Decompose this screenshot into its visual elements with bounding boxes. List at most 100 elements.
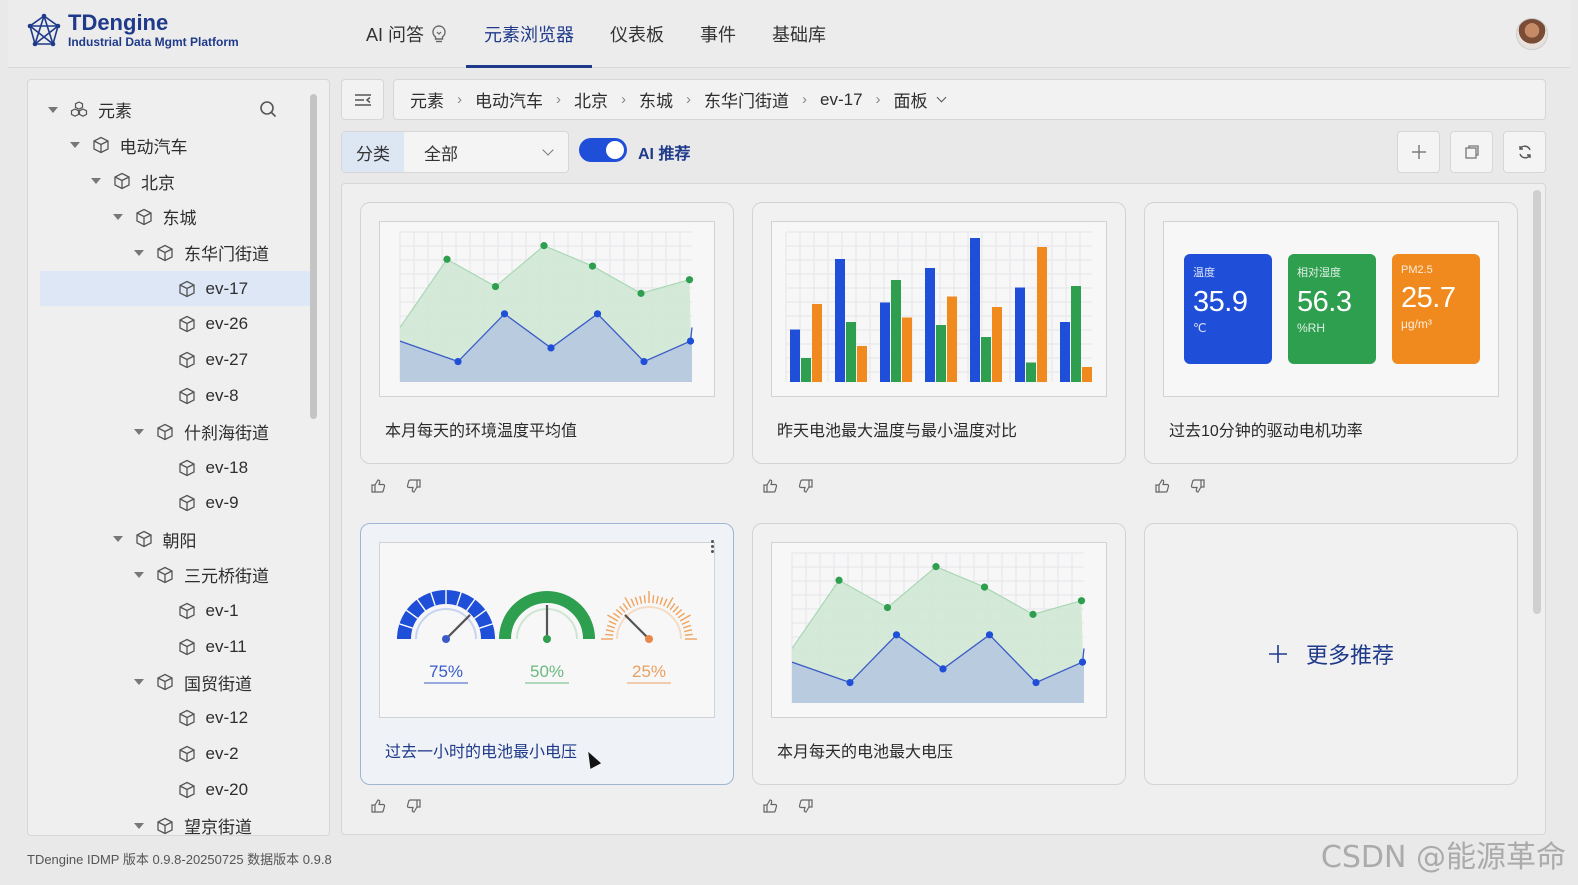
caret-down-icon[interactable] (69, 142, 80, 149)
more-recommendations-button[interactable]: 更多推荐 (1144, 523, 1518, 785)
panel-feedback (762, 798, 814, 819)
breadcrumb-item[interactable]: ev-17 (820, 90, 863, 110)
tree-item-ev-18[interactable]: ev-18 (40, 450, 310, 485)
tree-item-什刹海街道[interactable]: 什刹海街道 (40, 414, 310, 449)
caret-down-icon[interactable] (134, 249, 144, 256)
cube-icon (178, 280, 196, 298)
area-chart (791, 552, 1087, 703)
collapse-sidebar-button[interactable] (341, 79, 384, 120)
tree-item-ev-27[interactable]: ev-27 (40, 343, 310, 378)
nav-library[interactable]: 基础库 (754, 0, 844, 68)
cube-icon (156, 244, 174, 262)
nav-ai-qa[interactable]: AI 问答 (348, 0, 466, 68)
tree-item-电动汽车[interactable]: 电动汽车 (40, 128, 310, 163)
ai-recommend-toggle[interactable] (579, 138, 627, 162)
thumbs-up-icon[interactable] (1154, 478, 1170, 499)
tree-item-label: ev-11 (205, 636, 247, 656)
tree-item-三元桥街道[interactable]: 三元桥街道 (40, 557, 310, 592)
breadcrumb-item[interactable]: 东华门街道 (704, 87, 789, 112)
tree-item-ev-20[interactable]: ev-20 (40, 772, 310, 807)
gauge-tick (605, 633, 614, 636)
chevron-down-icon[interactable] (936, 92, 946, 103)
panel-card[interactable]: 本月每天的环境温度平均值 (360, 202, 734, 464)
stat-tile: PM2.5 25.7 μg/m³ (1392, 254, 1480, 364)
series-b-point (686, 337, 695, 345)
nav-events[interactable]: 事件 (682, 0, 754, 68)
tree-item-国贸街道[interactable]: 国贸街道 (40, 665, 310, 700)
app-name: TDengine (68, 10, 169, 35)
tree-item-ev-9[interactable]: ev-9 (40, 486, 310, 521)
chevron-right-icon: › (875, 91, 881, 108)
caret-down-icon[interactable] (112, 536, 123, 543)
panel-grid-scrollbar[interactable] (1533, 190, 1541, 614)
thumbs-up-icon[interactable] (762, 478, 778, 499)
thumbs-down-icon[interactable] (1190, 478, 1206, 499)
category-select[interactable]: 全部 (404, 132, 568, 172)
tree-item-label: 北京 (141, 173, 175, 193)
tree-item-ev-17[interactable]: ev-17 (40, 271, 310, 306)
caret-down-icon[interactable] (91, 178, 101, 185)
bar (857, 346, 867, 382)
tree-item-ev-26[interactable]: ev-26 (40, 307, 310, 342)
gauge-track (616, 606, 682, 640)
gauge-tick (608, 620, 617, 625)
gauge-hub (645, 635, 653, 643)
add-button[interactable] (1397, 131, 1440, 173)
breadcrumb-item[interactable]: 东城 (639, 87, 673, 112)
panel-card[interactable]: 本月每天的电池最大电压 (752, 523, 1126, 785)
thumbs-down-icon[interactable] (406, 798, 422, 819)
caret-down-icon[interactable] (134, 571, 144, 578)
tree-item-北京[interactable]: 北京 (40, 164, 310, 199)
breadcrumb-item[interactable]: 元素 (410, 87, 444, 112)
tree-item-ev-1[interactable]: ev-1 (40, 593, 310, 628)
thumbs-down-icon[interactable] (798, 798, 814, 819)
panel-card[interactable]: 温度 35.9 ℃ 相对湿度 56.3 %RH PM2.5 25.7 μg/m³ 过去10分钟的… (1144, 202, 1518, 464)
nav-element-browser[interactable]: 元素浏览器 (466, 0, 593, 68)
user-avatar[interactable] (1516, 18, 1548, 50)
caret-down-icon[interactable] (48, 106, 58, 113)
panel-card[interactable]: 75% 50% 25% 过去一小时的电池最小电压 (360, 523, 734, 785)
copy-button[interactable] (1450, 131, 1493, 173)
tree-item-ev-8[interactable]: ev-8 (40, 378, 310, 413)
tree-scrollbar[interactable] (310, 94, 317, 419)
panel-thumbnail: 75% 50% 25% (379, 542, 715, 718)
tree-item-东华门街道[interactable]: 东华门街道 (40, 235, 310, 270)
series-b-point (640, 357, 648, 366)
breadcrumb-item[interactable]: 电动汽车 (475, 87, 543, 112)
series-a-point (1029, 610, 1037, 618)
app-logo[interactable]: TDengine Industrial Data Mgmt Platform (26, 12, 239, 50)
cube-icon (178, 709, 196, 727)
tree-item-ev-11[interactable]: ev-11 (40, 629, 310, 664)
panel-title: 过去10分钟的驱动电机功率 (1169, 423, 1363, 440)
caret-down-icon[interactable] (134, 679, 144, 686)
caret-down-icon[interactable] (134, 822, 144, 829)
panel-thumbnail: 温度 35.9 ℃ 相对湿度 56.3 %RH PM2.5 25.7 μg/m³ (1163, 221, 1499, 397)
cube-icon (178, 638, 196, 656)
panel-card[interactable]: 昨天电池最大温度与最小温度对比 (752, 202, 1126, 464)
thumbs-down-icon[interactable] (406, 478, 422, 499)
tree-item-朝阳[interactable]: 朝阳 (40, 522, 310, 557)
tree-item-东城[interactable]: 东城 (40, 199, 310, 234)
breadcrumb-item[interactable]: 面板 (894, 87, 928, 112)
refresh-button[interactable] (1503, 131, 1546, 173)
category-select-value: 全部 (424, 144, 458, 164)
more-options-icon[interactable] (711, 540, 715, 555)
cube-icon (156, 566, 174, 584)
caret-down-icon[interactable] (112, 213, 123, 220)
thumbs-up-icon[interactable] (370, 798, 386, 819)
nav-dashboard[interactable]: 仪表板 (592, 0, 682, 68)
tree-item-望京街道[interactable]: 望京街道 (40, 808, 310, 835)
tree-item-ev-2[interactable]: ev-2 (40, 736, 310, 771)
ai-recommend-label: AI 推荐 (638, 146, 691, 163)
tree-item-ev-12[interactable]: ev-12 (40, 701, 310, 736)
thumbs-up-icon[interactable] (370, 478, 386, 499)
stat-tile: 相对湿度 56.3 %RH (1288, 254, 1376, 364)
caret-down-icon[interactable] (134, 428, 144, 435)
thumbs-down-icon[interactable] (798, 478, 814, 499)
tree-root-elements[interactable]: 元素 (40, 92, 310, 127)
series-a-point (835, 576, 843, 584)
breadcrumb-item[interactable]: 北京 (574, 87, 608, 112)
panel-title: 本月每天的电池最大电压 (777, 744, 954, 761)
tree-item-label: ev-20 (205, 779, 249, 799)
thumbs-up-icon[interactable] (762, 798, 778, 819)
